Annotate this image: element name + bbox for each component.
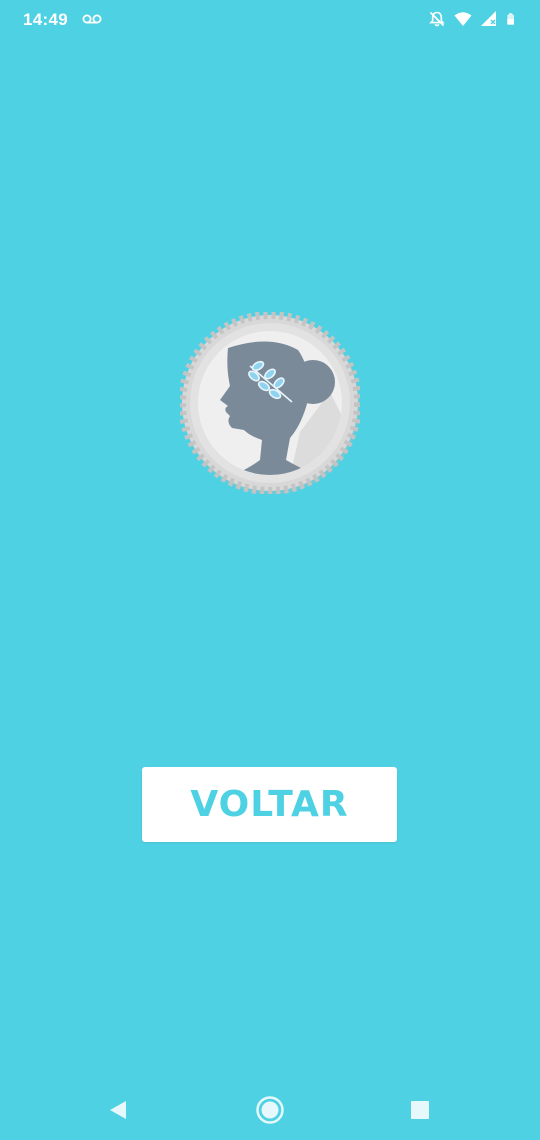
home-icon <box>256 1096 284 1124</box>
status-time: 14:49 <box>23 10 68 29</box>
coin-woman-profile-icon <box>180 312 360 494</box>
battery-icon <box>507 13 514 25</box>
voltar-button[interactable]: VOLTAR <box>142 767 397 842</box>
status-bar: 14:49 <box>0 0 540 40</box>
back-button[interactable] <box>100 1092 136 1128</box>
notifications-off-icon <box>429 11 445 27</box>
voicemail-icon <box>82 14 102 24</box>
navigation-bar <box>0 1080 540 1140</box>
recents-button[interactable] <box>402 1092 438 1128</box>
signal-icon <box>481 11 496 26</box>
back-icon <box>110 1101 126 1119</box>
recents-icon <box>411 1101 429 1119</box>
wifi-icon <box>454 12 472 26</box>
home-button[interactable] <box>252 1092 288 1128</box>
